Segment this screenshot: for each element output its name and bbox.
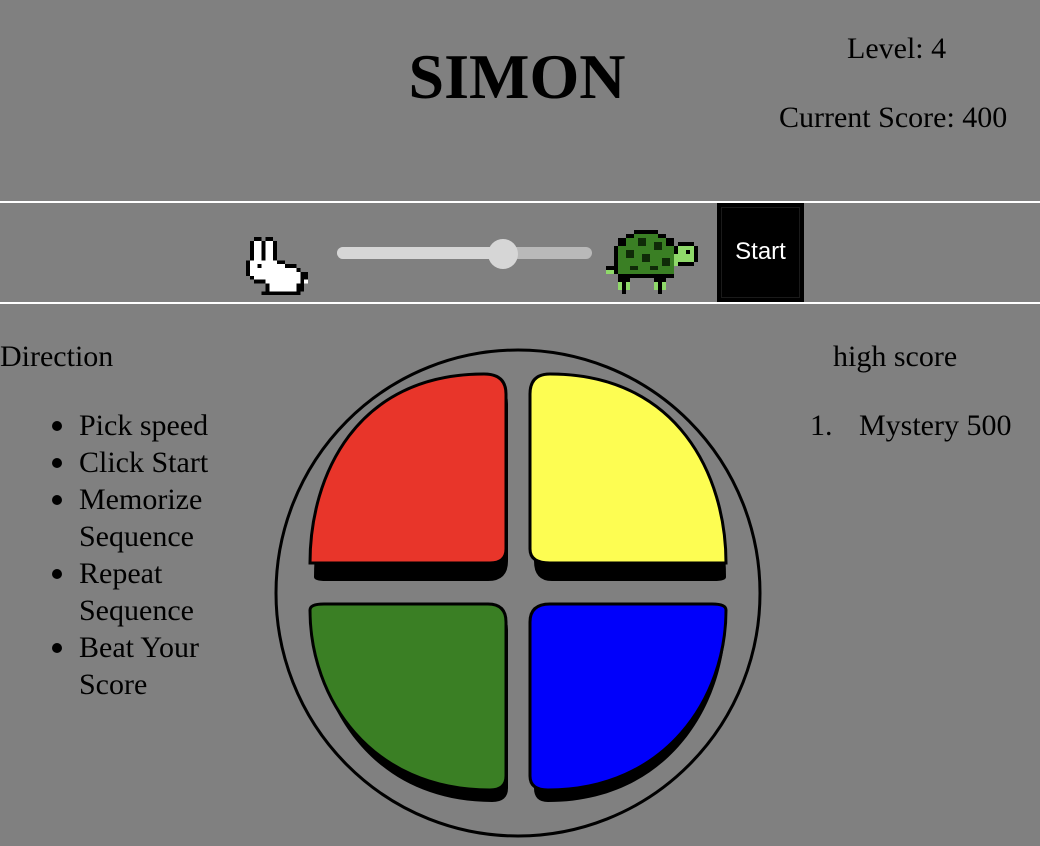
direction-item: Memorize Sequence [52,481,239,555]
blue-pad[interactable] [528,602,728,802]
high-score-rank: 1. [810,409,833,442]
speed-slider-fill [337,247,503,259]
direction-item-text: Click Start [79,446,209,479]
directions-list: Pick speed Click Start Memorize Sequence… [52,407,239,703]
bullet-icon [52,458,62,468]
rabbit-icon [246,237,309,296]
controls-top-divider [0,201,1040,203]
speed-slider[interactable] [337,239,592,269]
controls-bottom-divider [0,302,1040,304]
direction-item: Beat Your Score [52,629,239,703]
bullet-icon [52,643,62,653]
current-score: Current Score: 400 [779,101,1008,134]
bullet-icon [52,495,62,505]
speed-slider-thumb[interactable] [488,239,518,269]
direction-item: Repeat Sequence [52,555,239,629]
green-pad[interactable] [308,602,508,802]
start-button[interactable]: Start [717,203,804,302]
bullet-icon [52,569,62,579]
direction-item: Click Start [52,444,239,481]
direction-item-text: Repeat Sequence [79,557,194,627]
direction-item: Pick speed [52,407,239,444]
start-button-label: Start [735,238,786,265]
yellow-pad[interactable] [528,372,728,581]
direction-item-text: Memorize Sequence [79,483,203,553]
direction-item-text: Pick speed [79,409,209,442]
directions-heading: Direction [0,340,114,373]
high-score-text: Mystery 500 [859,409,1012,442]
bullet-icon [52,421,62,431]
board-ring [274,348,762,838]
direction-item-text: Beat Your Score [79,631,200,701]
simon-board [274,348,762,838]
level-indicator: Level: 4 [847,32,947,65]
high-score-list: 1. Mystery 500 [810,407,1012,444]
high-score-entry: 1. Mystery 500 [810,407,1012,444]
red-pad[interactable] [308,372,508,581]
turtle-icon [606,230,698,294]
high-score-heading: high score [833,340,958,373]
